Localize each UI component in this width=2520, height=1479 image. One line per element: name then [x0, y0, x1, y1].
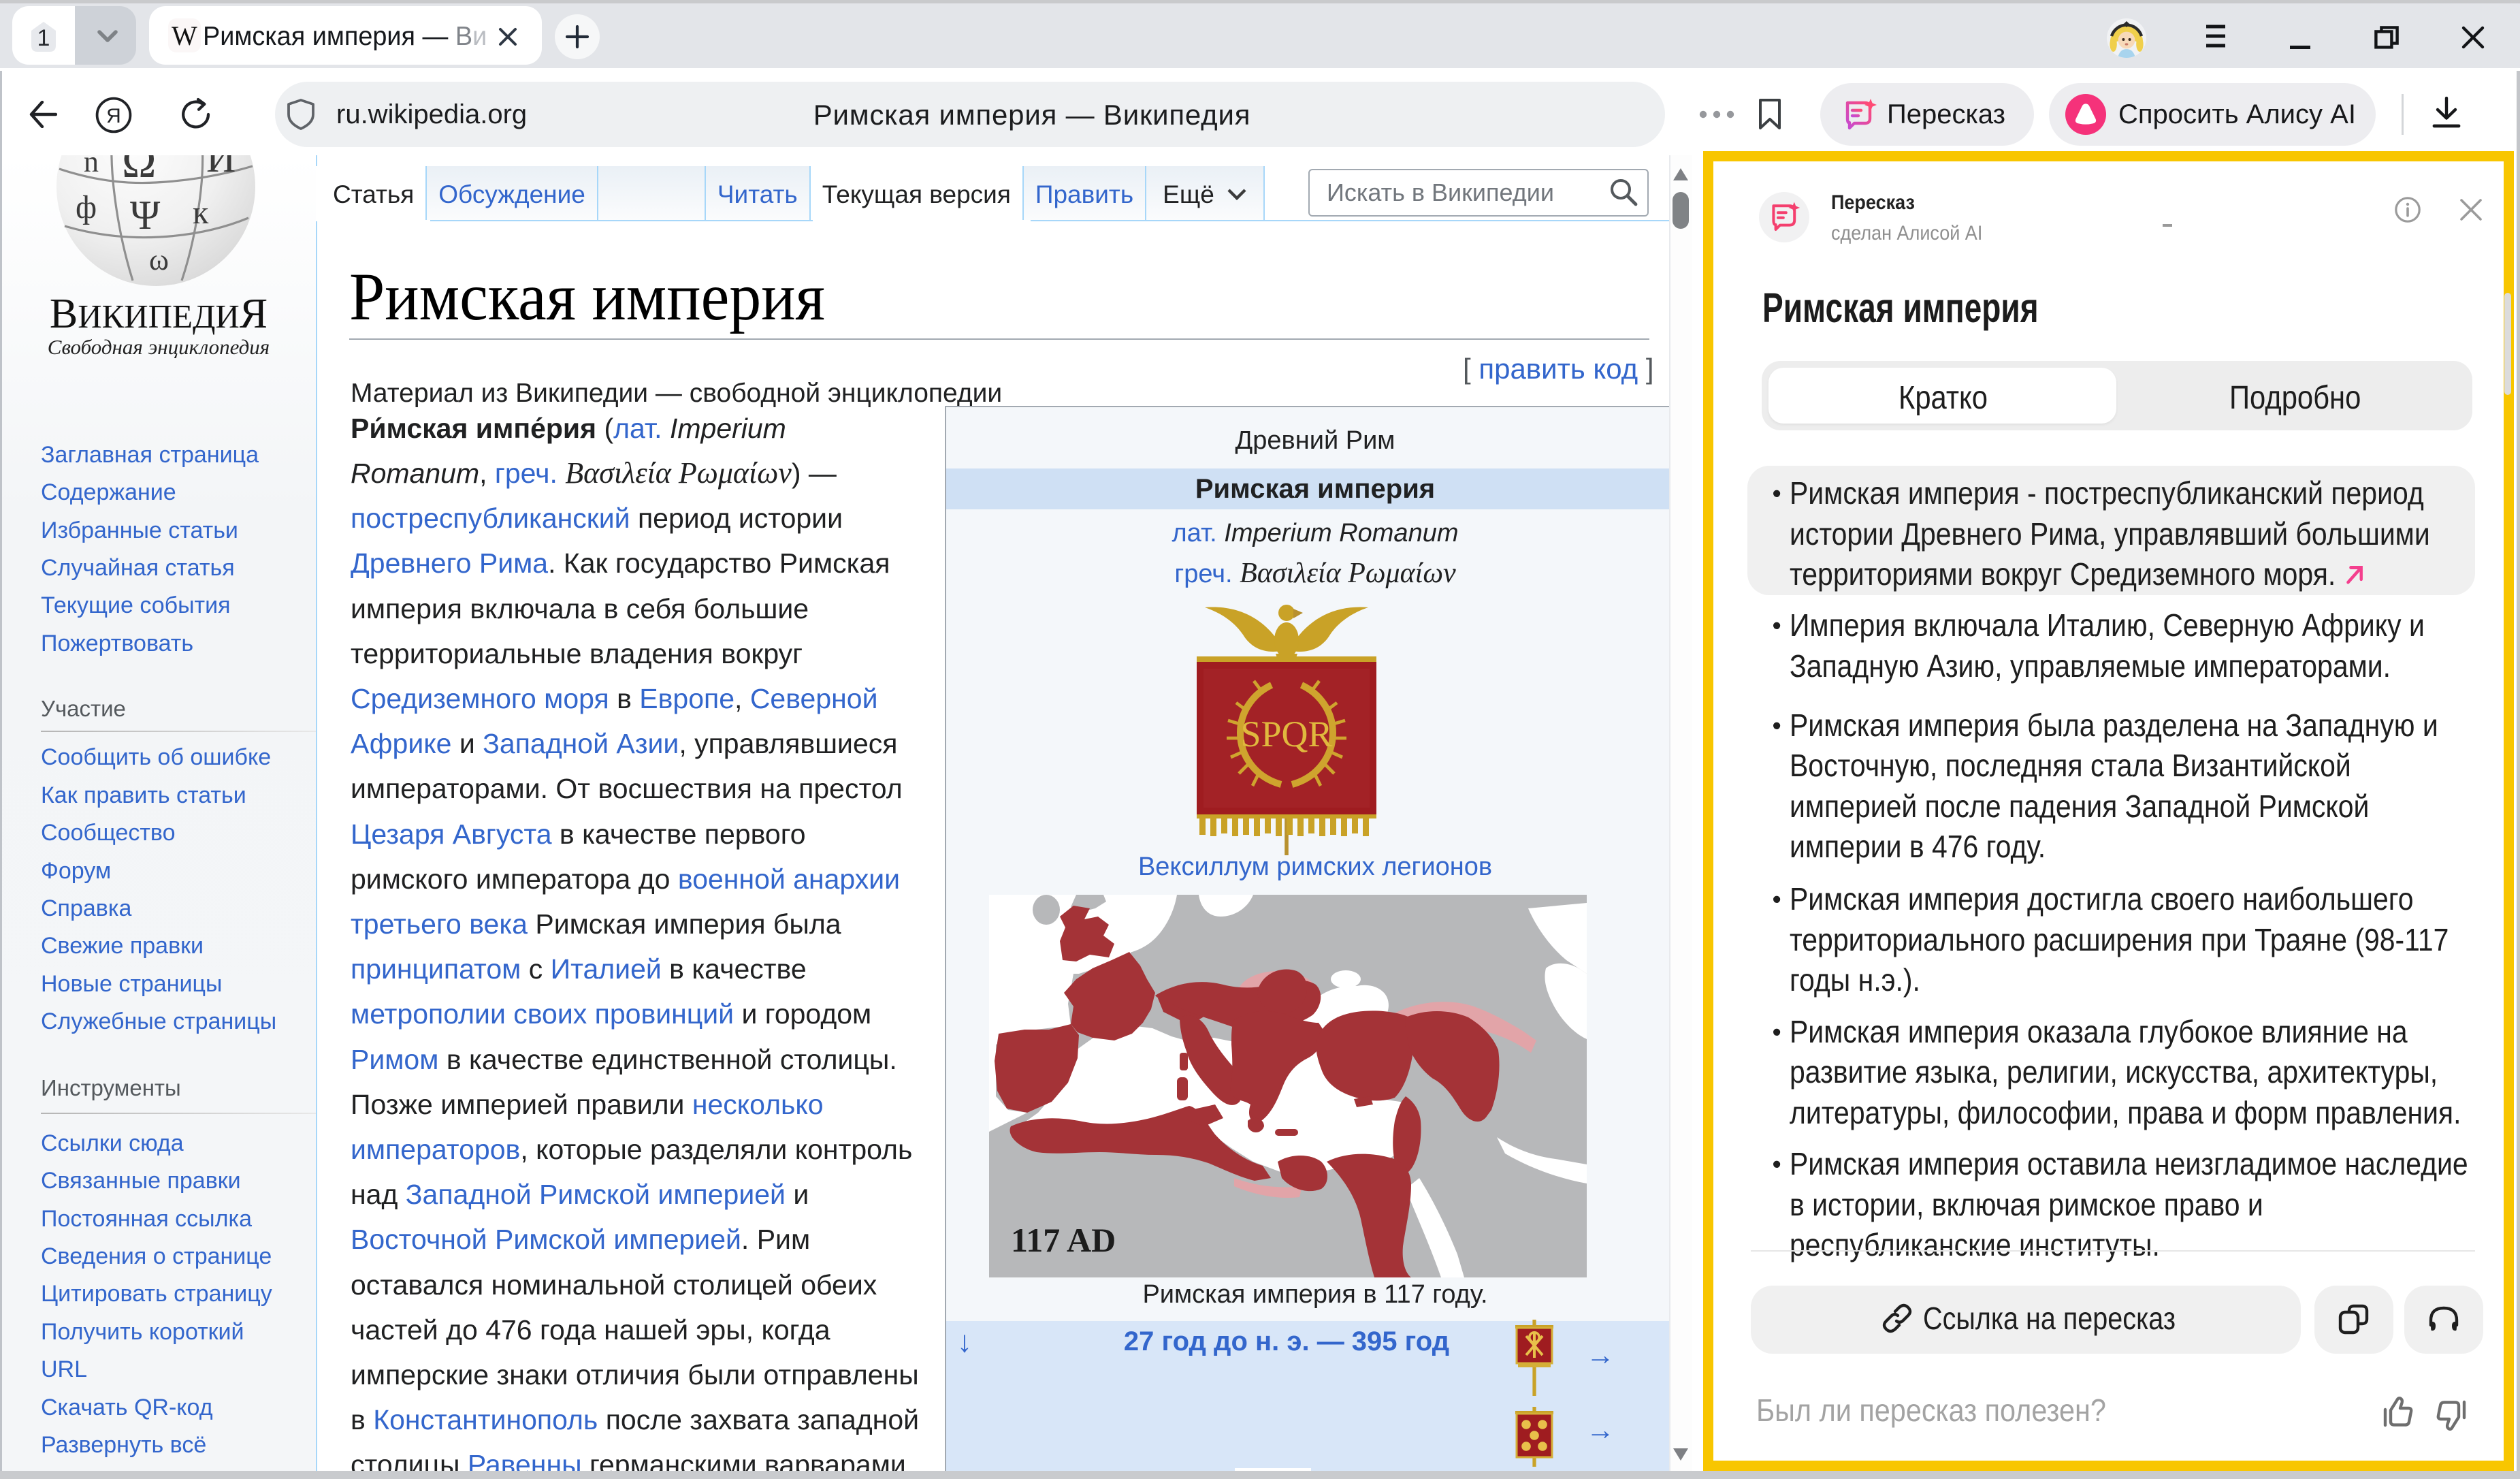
svg-text:ф: ф	[76, 189, 97, 225]
svg-text:к: к	[193, 195, 209, 231]
svg-text:Ω: Ω	[122, 155, 157, 187]
svg-text:Ψ: Ψ	[130, 193, 161, 238]
svg-text:SPQR: SPQR	[1240, 714, 1332, 754]
svg-text:117 AD: 117 AD	[1011, 1221, 1116, 1259]
svg-text:Я: Я	[106, 105, 121, 127]
svg-text:1: 1	[37, 25, 50, 51]
svg-text:ω: ω	[149, 243, 169, 276]
svg-text:ñ: ñ	[84, 155, 99, 178]
svg-text:И: И	[206, 155, 236, 180]
